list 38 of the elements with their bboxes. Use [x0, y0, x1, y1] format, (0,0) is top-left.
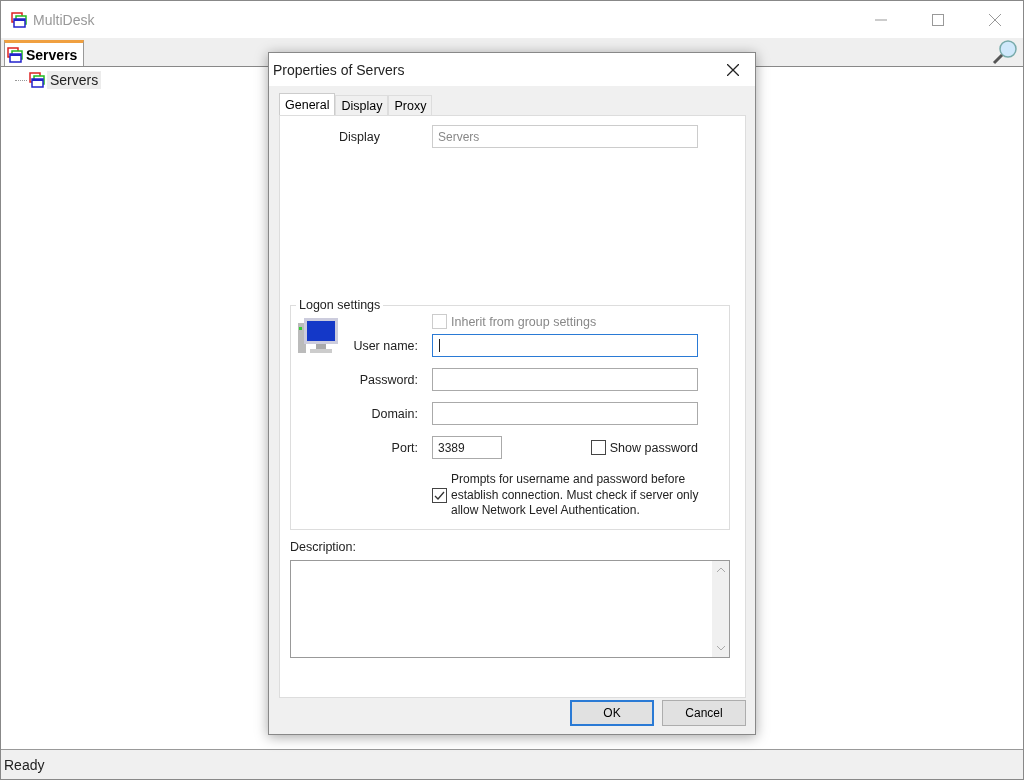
field-label: Password:: [359, 372, 418, 387]
checkbox[interactable]: [432, 487, 447, 503]
field-label: Description:: [290, 539, 357, 554]
checkbox[interactable]: [590, 440, 606, 455]
field-label: Domain:: [371, 406, 418, 421]
window-title: MultiDesk: [33, 11, 95, 28]
checkbox-label: Show password: [609, 440, 698, 455]
search-icon: [991, 38, 1019, 66]
tab[interactable]: Display: [335, 95, 389, 115]
text-field[interactable]: [432, 334, 698, 357]
status-text: Ready: [1, 749, 1023, 779]
tree-item[interactable]: Servers: [47, 71, 102, 89]
dialog-button[interactable]: OK: [570, 700, 654, 726]
close-icon: [727, 63, 739, 76]
checkbox-label: Prompts for username and password before establish connection. Must check if server only allow Network Level Authentication.: [451, 472, 700, 519]
app-icon: [11, 11, 27, 28]
port-field[interactable]: 3389: [432, 436, 502, 459]
close-icon: [988, 13, 1001, 26]
dialog-title: Properties of Servers: [273, 61, 405, 78]
description-field[interactable]: [290, 559, 730, 658]
group-title: Logon settings: [298, 298, 382, 312]
field-label: Port:: [391, 440, 418, 455]
tab[interactable]: Servers: [4, 40, 85, 66]
app-icon: [7, 46, 23, 63]
text-field[interactable]: [432, 402, 698, 425]
maximize-icon: [931, 13, 944, 26]
tab[interactable]: General: [279, 93, 336, 115]
computer-icon: [298, 316, 338, 355]
field-label: Display: [339, 129, 381, 144]
caret-up-icon: [715, 566, 726, 573]
scrollbar[interactable]: [712, 560, 729, 657]
field-label: User name:: [353, 338, 418, 353]
caret-down-icon: [715, 644, 726, 651]
tab[interactable]: Proxy: [388, 95, 433, 115]
checkbox-label: Inherit from group settings: [451, 314, 597, 329]
text-cursor: [439, 339, 440, 352]
text-field[interactable]: [432, 368, 698, 391]
dialog-button[interactable]: Cancel: [662, 700, 746, 726]
